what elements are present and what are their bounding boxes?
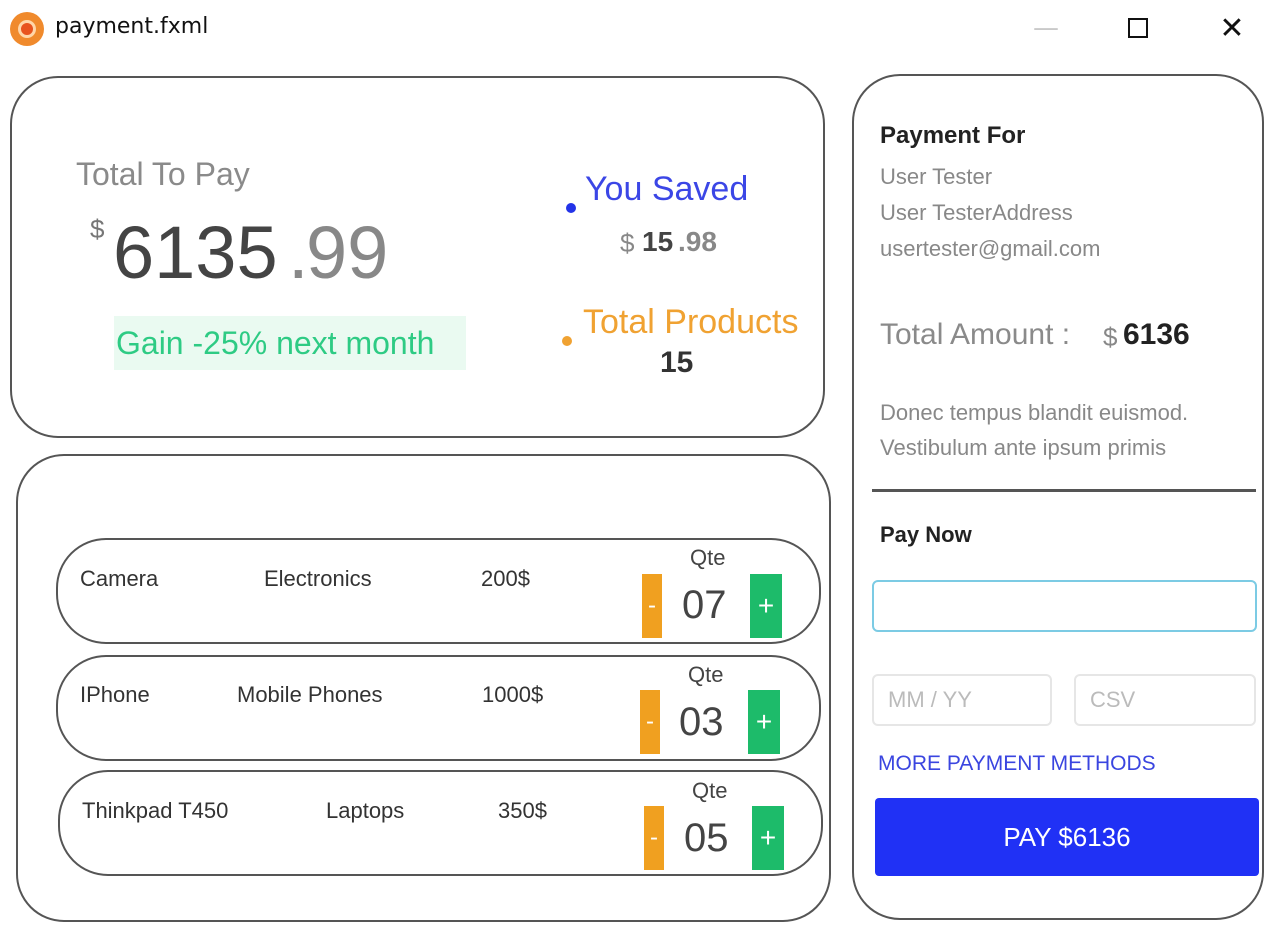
maximize-icon[interactable] (1118, 10, 1158, 46)
total-currency-symbol: $ (90, 214, 105, 244)
qte-label: Qte (692, 778, 728, 803)
decrease-qty-button[interactable]: - (642, 574, 662, 638)
gain-badge: Gain -25% next month (114, 316, 466, 370)
user-name: User Tester (880, 164, 993, 189)
you-saved-label: You Saved (585, 170, 749, 208)
payment-description-line: Vestibulum ante ipsum primis (880, 435, 1167, 460)
expiry-input[interactable] (872, 674, 1052, 726)
saved-dot-icon (566, 203, 576, 213)
item-category: Mobile Phones (237, 682, 383, 707)
item-name: Camera (80, 566, 159, 591)
payment-description-line: Donec tempus blandit euismod. (880, 400, 1189, 425)
saved-currency-symbol: $ (620, 228, 635, 258)
qte-label: Qte (688, 662, 724, 687)
total-products-count: 15 (660, 346, 694, 379)
csv-input[interactable] (1074, 674, 1256, 726)
decrease-qty-button[interactable]: - (640, 690, 660, 754)
item-price: 350$ (498, 798, 547, 823)
increase-qty-button[interactable]: + (748, 690, 780, 754)
item-price: 200$ (481, 566, 530, 591)
qte-label: Qte (690, 545, 726, 570)
item-name: Thinkpad T450 (82, 798, 229, 823)
pay-button[interactable]: PAY $6136 (875, 798, 1259, 876)
item-category: Electronics (264, 566, 372, 591)
saved-amount-integer: 15 (642, 226, 674, 257)
user-address: User TesterAddress (880, 200, 1073, 225)
item-quantity: 07 (682, 583, 727, 627)
total-amount-currency: $ (1103, 322, 1118, 352)
total-amount-label: Total Amount : (880, 318, 1071, 351)
total-to-pay-label: Total To Pay (76, 156, 250, 192)
title-bar: payment.fxml — ✕ (0, 0, 1276, 58)
divider (872, 489, 1256, 492)
payment-for-heading: Payment For (880, 122, 1026, 149)
increase-qty-button[interactable]: + (752, 806, 784, 870)
item-category: Laptops (326, 798, 405, 823)
pay-now-heading: Pay Now (880, 522, 972, 547)
minimize-icon[interactable]: — (1026, 10, 1066, 46)
total-products-label: Total Products (583, 303, 799, 341)
card-number-input[interactable] (872, 580, 1257, 632)
close-icon[interactable]: ✕ (1212, 10, 1252, 46)
total-amount-integer: 6135 (113, 211, 278, 294)
item-quantity: 03 (679, 700, 724, 744)
user-email: usertester@gmail.com (880, 236, 1101, 261)
total-amount-value: 6136 (1123, 318, 1190, 351)
total-amount-decimal: 99 (306, 211, 389, 294)
saved-amount-decimal: .98 (678, 226, 717, 257)
window-title: payment.fxml (55, 14, 209, 39)
products-dot-icon (562, 336, 572, 346)
item-quantity: 05 (684, 816, 729, 860)
decrease-qty-button[interactable]: - (644, 806, 664, 870)
app-logo-icon (10, 12, 44, 46)
item-name: IPhone (80, 682, 150, 707)
more-payment-methods-link[interactable]: MORE PAYMENT METHODS (878, 752, 1156, 776)
increase-qty-button[interactable]: + (750, 574, 782, 638)
item-price: 1000$ (482, 682, 544, 707)
